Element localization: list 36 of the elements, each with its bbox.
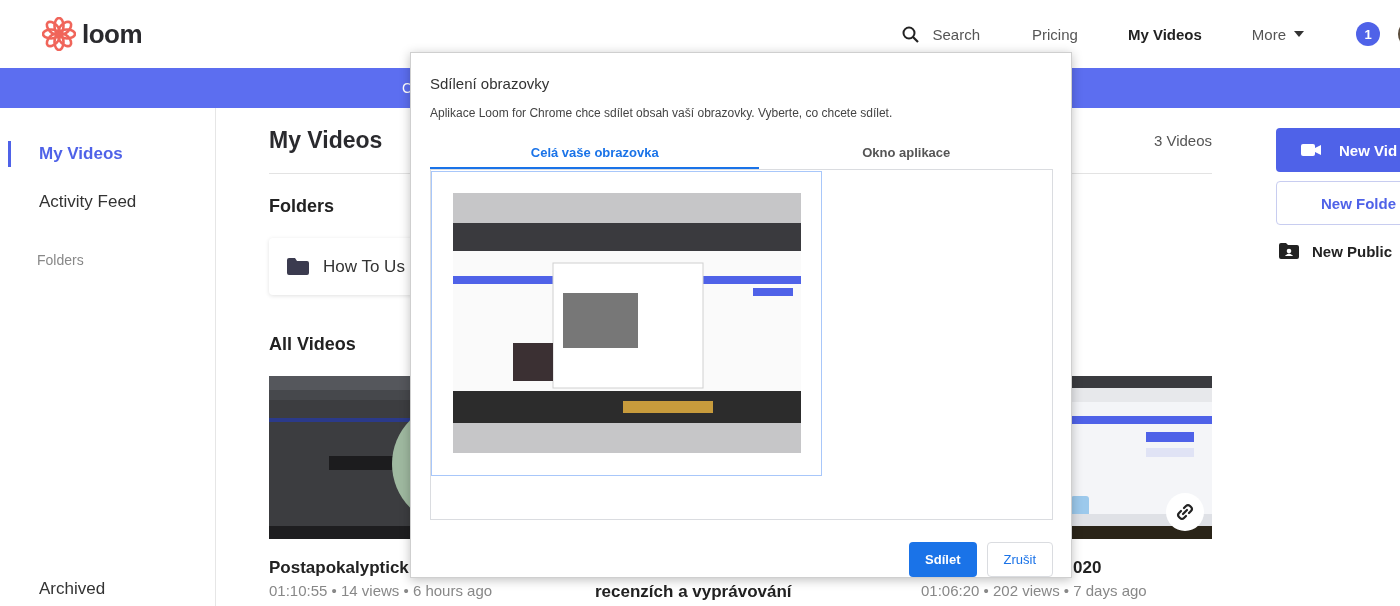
- section-title: All Videos: [269, 334, 357, 355]
- folder-name: How To Us: [323, 256, 405, 277]
- nav-link[interactable]: My Videos: [1127, 25, 1202, 43]
- folder-icon: [287, 258, 309, 275]
- nav-link[interactable]: Pricing: [1032, 25, 1078, 43]
- sidebar-item[interactable]: Activity Feed: [8, 189, 215, 215]
- video-title[interactable]: recenzích a vyprávování: [595, 581, 886, 603]
- search-label: Search: [932, 25, 981, 43]
- folder-person-icon: [1279, 243, 1299, 259]
- new-folder-button[interactable]: New Folde: [1276, 181, 1400, 225]
- sidebar-section-label: Folders: [36, 252, 85, 268]
- link-icon: [1176, 503, 1194, 521]
- video-count: 3 Videos: [1153, 132, 1212, 149]
- logo-icon: [42, 17, 76, 51]
- section-title: Folders: [269, 196, 335, 217]
- sidebar-item[interactable]: Archived: [8, 576, 215, 602]
- cancel-button[interactable]: Zrušit: [986, 542, 1053, 577]
- caret-icon: [1294, 31, 1304, 37]
- logo[interactable]: loom: [42, 17, 143, 51]
- more-label: More: [1251, 25, 1286, 43]
- tab[interactable]: Celá vaše obrazovka: [430, 138, 760, 169]
- notification-badge[interactable]: 1: [1356, 22, 1380, 46]
- video-meta: 01:10:55 • 14 views • 6 hours ago: [269, 581, 494, 601]
- dialog-title: Sdílení obrazovky: [430, 75, 551, 92]
- video-camera-icon: [1301, 143, 1321, 157]
- sidebar-item[interactable]: My Videos: [8, 141, 215, 167]
- new-video-button[interactable]: New Vid: [1276, 128, 1400, 172]
- more-menu[interactable]: More: [1251, 25, 1304, 43]
- search-icon: [901, 25, 919, 43]
- page-title: My Videos: [269, 127, 383, 154]
- tab[interactable]: Okno aplikace: [759, 138, 1053, 169]
- video-meta: 01:06:20 • 202 views • 7 days ago: [921, 581, 1148, 601]
- new-public-folder-link[interactable]: New Public: [1276, 234, 1400, 268]
- share-button[interactable]: Sdílet: [909, 542, 977, 577]
- dialog-description: Aplikace Loom for Chrome chce sdílet obsah vaší obrazovky. Vyberte, co chcete sdílet.: [430, 106, 894, 120]
- search-link[interactable]: Search: [901, 25, 981, 43]
